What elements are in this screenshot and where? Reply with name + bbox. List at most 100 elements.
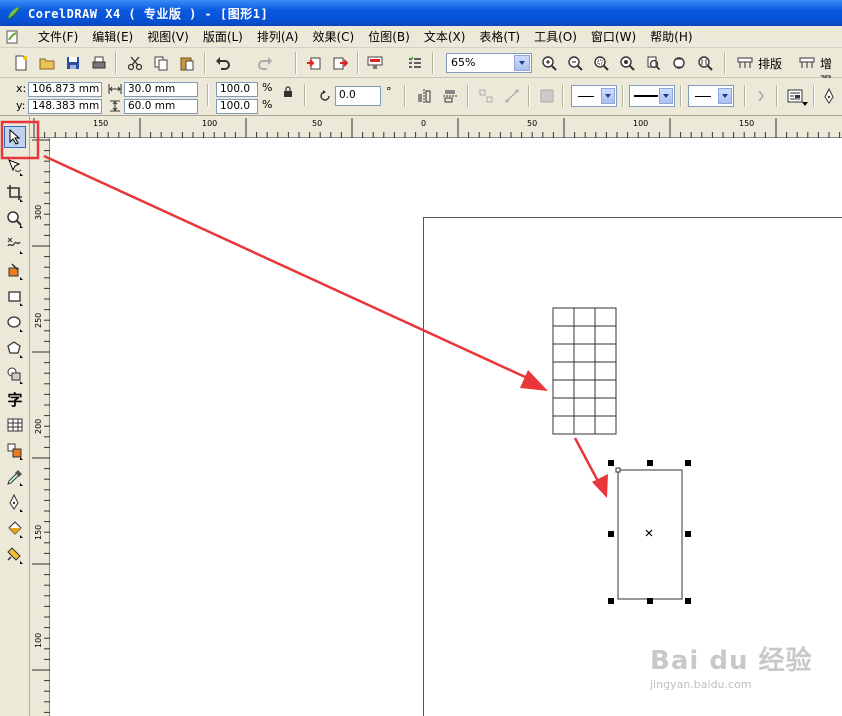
enhance-toolbar-icon[interactable] bbox=[796, 52, 818, 74]
lock-ratio-icon[interactable] bbox=[283, 86, 293, 98]
menu-layout[interactable]: 版面(L) bbox=[198, 28, 248, 45]
rectangle-tool-icon[interactable] bbox=[4, 286, 26, 308]
outline-tool-icon[interactable] bbox=[4, 492, 26, 514]
ellipse-tool-icon[interactable] bbox=[4, 312, 26, 334]
crop-tool-icon[interactable] bbox=[4, 182, 26, 204]
import-icon[interactable] bbox=[303, 52, 325, 74]
object-width-field[interactable]: 30.0 mm bbox=[124, 82, 198, 97]
polygon-tool-icon[interactable] bbox=[4, 338, 26, 360]
table-cell[interactable] bbox=[573, 397, 596, 417]
table-cell[interactable] bbox=[594, 361, 617, 381]
table-cell[interactable] bbox=[594, 379, 617, 399]
zoom-page-width-icon[interactable] bbox=[668, 52, 690, 74]
menu-window[interactable]: 窗口(W) bbox=[586, 28, 641, 45]
end-arrowhead-dropdown-icon[interactable] bbox=[718, 88, 732, 104]
zoom-page-icon[interactable] bbox=[642, 52, 664, 74]
pick-tool-icon[interactable] bbox=[4, 126, 26, 148]
menu-text[interactable]: 文本(X) bbox=[419, 28, 471, 45]
table-cell[interactable] bbox=[594, 343, 617, 363]
x-position-field[interactable]: 106.873 mm bbox=[28, 82, 102, 97]
open-folder-icon[interactable] bbox=[36, 52, 58, 74]
save-icon[interactable] bbox=[62, 52, 84, 74]
mirror-horizontal-icon[interactable] bbox=[413, 85, 435, 107]
break-apart-icon[interactable] bbox=[475, 85, 497, 107]
table-cell[interactable] bbox=[552, 361, 575, 381]
rotation-angle-field[interactable]: 0.0 bbox=[335, 86, 381, 106]
end-arrowhead-select[interactable] bbox=[688, 85, 734, 107]
menu-table[interactable]: 表格(T) bbox=[474, 28, 525, 45]
eyedropper-tool-icon[interactable] bbox=[4, 466, 26, 488]
menu-tools[interactable]: 工具(O) bbox=[529, 28, 582, 45]
corner-node[interactable] bbox=[615, 467, 621, 473]
new-document-icon[interactable] bbox=[10, 52, 32, 74]
table-cell[interactable] bbox=[573, 415, 596, 435]
table-cell[interactable] bbox=[573, 325, 596, 345]
zoom-selected-icon[interactable] bbox=[590, 52, 612, 74]
convert-to-curves-icon[interactable] bbox=[536, 85, 558, 107]
scale-y-field[interactable]: 100.0 bbox=[216, 99, 258, 114]
table-cell[interactable] bbox=[573, 307, 596, 327]
interactive-blend-tool-icon[interactable] bbox=[4, 440, 26, 462]
zoom-page-height-icon[interactable] bbox=[694, 52, 716, 74]
layout-label[interactable]: 排版 bbox=[758, 55, 782, 72]
table-cell[interactable] bbox=[594, 397, 617, 417]
table-cell[interactable] bbox=[573, 343, 596, 363]
table-cell[interactable] bbox=[552, 379, 575, 399]
cut-icon[interactable] bbox=[124, 52, 146, 74]
shape-tool-icon[interactable] bbox=[4, 156, 26, 178]
zoom-all-objects-icon[interactable] bbox=[616, 52, 638, 74]
table-cell[interactable] bbox=[552, 415, 575, 435]
table-cell[interactable] bbox=[594, 307, 617, 327]
drawing-canvas[interactable] bbox=[51, 139, 842, 716]
outline-style-select[interactable] bbox=[629, 85, 675, 107]
menu-arrange[interactable]: 排列(A) bbox=[252, 28, 304, 45]
start-arrowhead-select[interactable] bbox=[571, 85, 617, 107]
table-cell[interactable] bbox=[552, 307, 575, 327]
welcome-screen-icon[interactable] bbox=[404, 52, 426, 74]
table-cell[interactable] bbox=[552, 325, 575, 345]
table-cell[interactable] bbox=[573, 379, 596, 399]
zoom-out-icon[interactable] bbox=[564, 52, 586, 74]
interactive-fill-tool-icon[interactable] bbox=[4, 544, 26, 566]
outline-style-dropdown-icon[interactable] bbox=[659, 88, 673, 104]
scale-x-field[interactable]: 100.0 bbox=[216, 82, 258, 97]
start-arrowhead-dropdown-icon[interactable] bbox=[601, 88, 615, 104]
menu-help[interactable]: 帮助(H) bbox=[645, 28, 697, 45]
outline-pen-icon[interactable] bbox=[818, 85, 840, 107]
table-cell[interactable] bbox=[552, 343, 575, 363]
undo-icon[interactable] bbox=[212, 52, 234, 74]
zoom-dropdown-icon[interactable] bbox=[514, 55, 530, 71]
redo-icon[interactable] bbox=[254, 52, 276, 74]
selected-rectangle[interactable] bbox=[603, 455, 693, 611]
paste-icon[interactable] bbox=[176, 52, 198, 74]
freehand-tool-icon[interactable] bbox=[4, 234, 26, 256]
basic-shapes-tool-icon[interactable] bbox=[4, 364, 26, 386]
horizontal-ruler[interactable]: 150 100 50 0 50 100 150 bbox=[30, 116, 842, 138]
table-cell[interactable] bbox=[594, 415, 617, 435]
wrap-dropdown-icon[interactable] bbox=[802, 102, 808, 106]
mirror-vertical-icon[interactable] bbox=[439, 85, 461, 107]
y-position-field[interactable]: 148.383 mm bbox=[28, 99, 102, 114]
connector-icon[interactable] bbox=[501, 85, 523, 107]
print-icon[interactable] bbox=[88, 52, 110, 74]
menu-effects[interactable]: 效果(C) bbox=[307, 28, 359, 45]
table-cell[interactable] bbox=[594, 325, 617, 345]
application-launcher-icon[interactable] bbox=[364, 52, 386, 74]
zoom-in-icon[interactable] bbox=[538, 52, 560, 74]
fill-tool-icon[interactable] bbox=[4, 518, 26, 540]
copy-icon[interactable] bbox=[150, 52, 172, 74]
menu-file[interactable]: 文件(F) bbox=[33, 28, 83, 45]
zoom-level-select[interactable]: 65% bbox=[446, 53, 532, 73]
menu-bitmaps[interactable]: 位图(B) bbox=[363, 28, 415, 45]
table-tool-icon[interactable] bbox=[4, 414, 26, 436]
object-height-field[interactable]: 60.0 mm bbox=[124, 99, 198, 114]
table-object[interactable] bbox=[551, 306, 619, 436]
layout-toolbar-icon[interactable] bbox=[734, 52, 756, 74]
document-icon[interactable] bbox=[5, 30, 19, 44]
smart-fill-tool-icon[interactable] bbox=[4, 260, 26, 282]
menu-view[interactable]: 视图(V) bbox=[142, 28, 194, 45]
export-icon[interactable] bbox=[329, 52, 351, 74]
vertical-ruler[interactable]: 300 250 200 150 100 bbox=[30, 138, 50, 716]
text-tool-icon[interactable]: 字 bbox=[4, 388, 26, 410]
zoom-tool-icon[interactable] bbox=[4, 208, 26, 230]
